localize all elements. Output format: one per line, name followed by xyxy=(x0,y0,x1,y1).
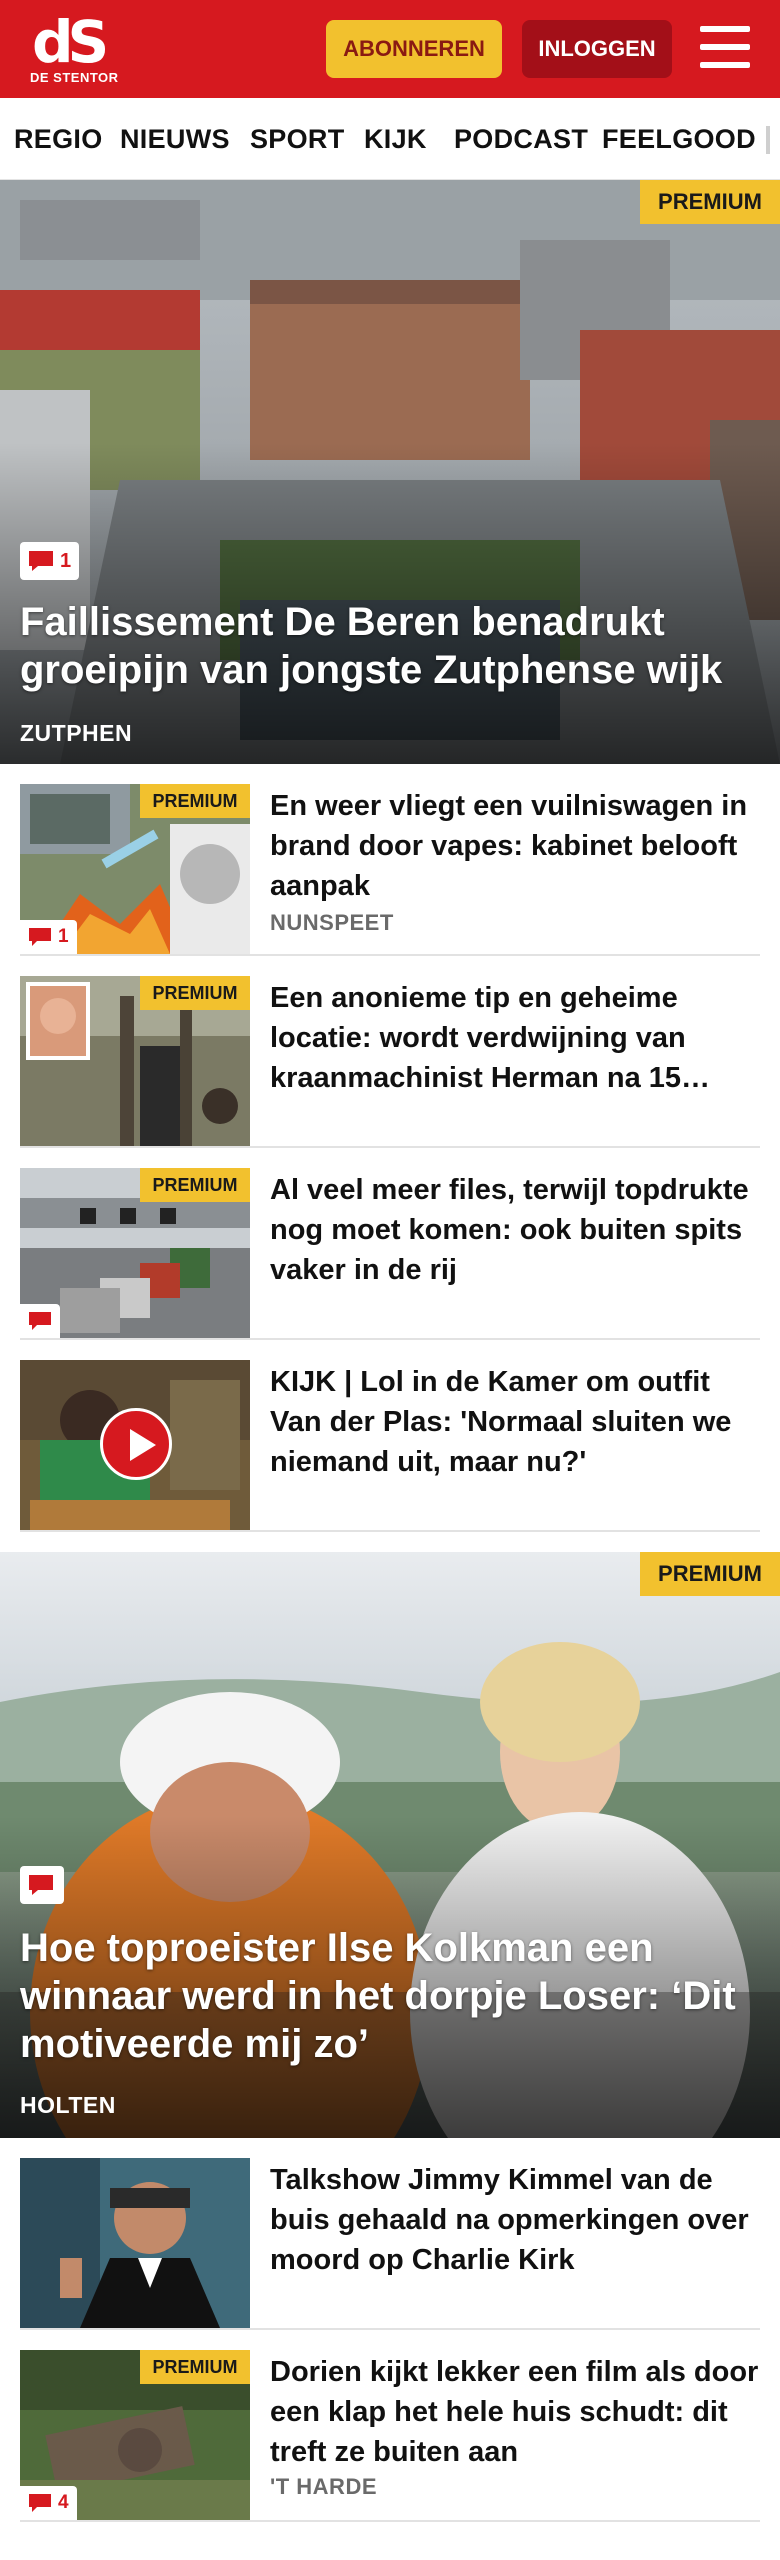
premium-badge: PREMIUM xyxy=(140,2350,250,2384)
menu-icon[interactable] xyxy=(700,24,754,72)
section-nav: REGIO NIEUWS SPORT KIJK PODCAST FEELGOOD xyxy=(0,98,780,180)
logo-subtitle: DE STENTOR xyxy=(30,70,119,85)
premium-badge: PREMIUM xyxy=(640,180,780,224)
article-title[interactable]: Dorien kijkt lekker een film als door ee… xyxy=(270,2352,760,2472)
logo[interactable]: dS DE STENTOR xyxy=(28,10,118,90)
comment-count: 4 xyxy=(58,2492,69,2513)
nav-item-nieuws[interactable]: NIEUWS xyxy=(120,124,230,155)
article-thumbnail[interactable] xyxy=(20,1360,250,1530)
subscribe-button[interactable]: ABONNEREN xyxy=(326,20,502,78)
article-thumbnail[interactable]: PREMIUM xyxy=(20,1168,250,1338)
nav-item-kijk[interactable]: KIJK xyxy=(364,124,427,155)
article-title[interactable]: Talkshow Jimmy Kimmel van de buis gehaal… xyxy=(270,2160,760,2280)
premium-badge: PREMIUM xyxy=(640,1552,780,1596)
thumbnail-image xyxy=(20,2158,250,2328)
comment-count: 1 xyxy=(58,926,69,947)
article-title[interactable]: Een anonieme tip en geheime locatie: wor… xyxy=(270,978,760,1098)
play-icon[interactable] xyxy=(100,1408,172,1480)
list-item[interactable]: PREMIUM 4 Dorien kijkt lekker een film a… xyxy=(20,2330,760,2522)
premium-badge: PREMIUM xyxy=(140,1168,250,1202)
comment-icon xyxy=(29,2494,51,2512)
hero-title[interactable]: Faillissement De Beren benadrukt groeipi… xyxy=(20,598,760,694)
nav-item-feelgood[interactable]: FEELGOOD xyxy=(602,124,756,155)
nav-item-podcast[interactable]: PODCAST xyxy=(454,124,588,155)
nav-item-regio[interactable]: REGIO xyxy=(14,124,103,155)
article-region[interactable]: NUNSPEET xyxy=(270,910,394,936)
article-title[interactable]: En weer vliegt een vuilniswagen in brand… xyxy=(270,786,760,906)
comment-count-badge[interactable]: 1 xyxy=(20,542,80,580)
article-thumbnail[interactable] xyxy=(20,2158,250,2328)
comment-count-badge[interactable]: 1 xyxy=(20,920,77,954)
nav-item-sport[interactable]: SPORT xyxy=(250,124,345,155)
comment-icon xyxy=(29,551,53,571)
hero-region[interactable]: ZUTPHEN xyxy=(20,720,132,747)
hero-region[interactable]: HOLTEN xyxy=(20,2092,116,2119)
article-thumbnail[interactable]: PREMIUM 1 xyxy=(20,784,250,954)
article-region[interactable]: 'T HARDE xyxy=(270,2474,377,2500)
site-header: dS DE STENTOR ABONNEREN INLOGGEN xyxy=(0,0,780,98)
article-thumbnail[interactable]: PREMIUM 4 xyxy=(20,2350,250,2520)
comment-icon-badge[interactable] xyxy=(20,1866,64,1904)
nav-overflow-indicator xyxy=(766,126,770,154)
comment-icon xyxy=(29,928,51,946)
hero-article-1[interactable]: PREMIUM 1 Faillissement De Beren benadru… xyxy=(0,180,780,764)
list-item[interactable]: PREMIUM 1 En weer vliegt een vuilniswage… xyxy=(20,764,760,956)
comment-count: 1 xyxy=(60,549,72,572)
list-item[interactable]: PREMIUM Een anonieme tip en geheime loca… xyxy=(20,956,760,1148)
comment-icon xyxy=(29,1875,53,1895)
list-item[interactable]: KIJK | Lol in de Kamer om outfit Van der… xyxy=(20,1340,760,1532)
hero-article-2[interactable]: PREMIUM Hoe toproeister Ilse Kolkman een… xyxy=(0,1552,780,2138)
article-title[interactable]: Al veel meer files, terwijl topdrukte no… xyxy=(270,1170,760,1290)
comment-icon xyxy=(29,1312,51,1330)
list-item[interactable]: Talkshow Jimmy Kimmel van de buis gehaal… xyxy=(20,2138,760,2330)
article-thumbnail[interactable]: PREMIUM xyxy=(20,976,250,1146)
hero-title[interactable]: Hoe toproeister Ilse Kolkman een winnaar… xyxy=(20,1924,760,2068)
article-title[interactable]: KIJK | Lol in de Kamer om outfit Van der… xyxy=(270,1362,760,1482)
premium-badge: PREMIUM xyxy=(140,784,250,818)
comment-icon-badge[interactable] xyxy=(20,1304,60,1338)
divider xyxy=(20,1530,760,1532)
login-button[interactable]: INLOGGEN xyxy=(522,20,672,78)
logo-mark: dS xyxy=(32,8,109,76)
premium-badge: PREMIUM xyxy=(140,976,250,1010)
comment-count-badge[interactable]: 4 xyxy=(20,2486,77,2520)
list-item[interactable]: PREMIUM Al veel meer files, terwijl topd… xyxy=(20,1148,760,1340)
divider xyxy=(20,2520,760,2522)
